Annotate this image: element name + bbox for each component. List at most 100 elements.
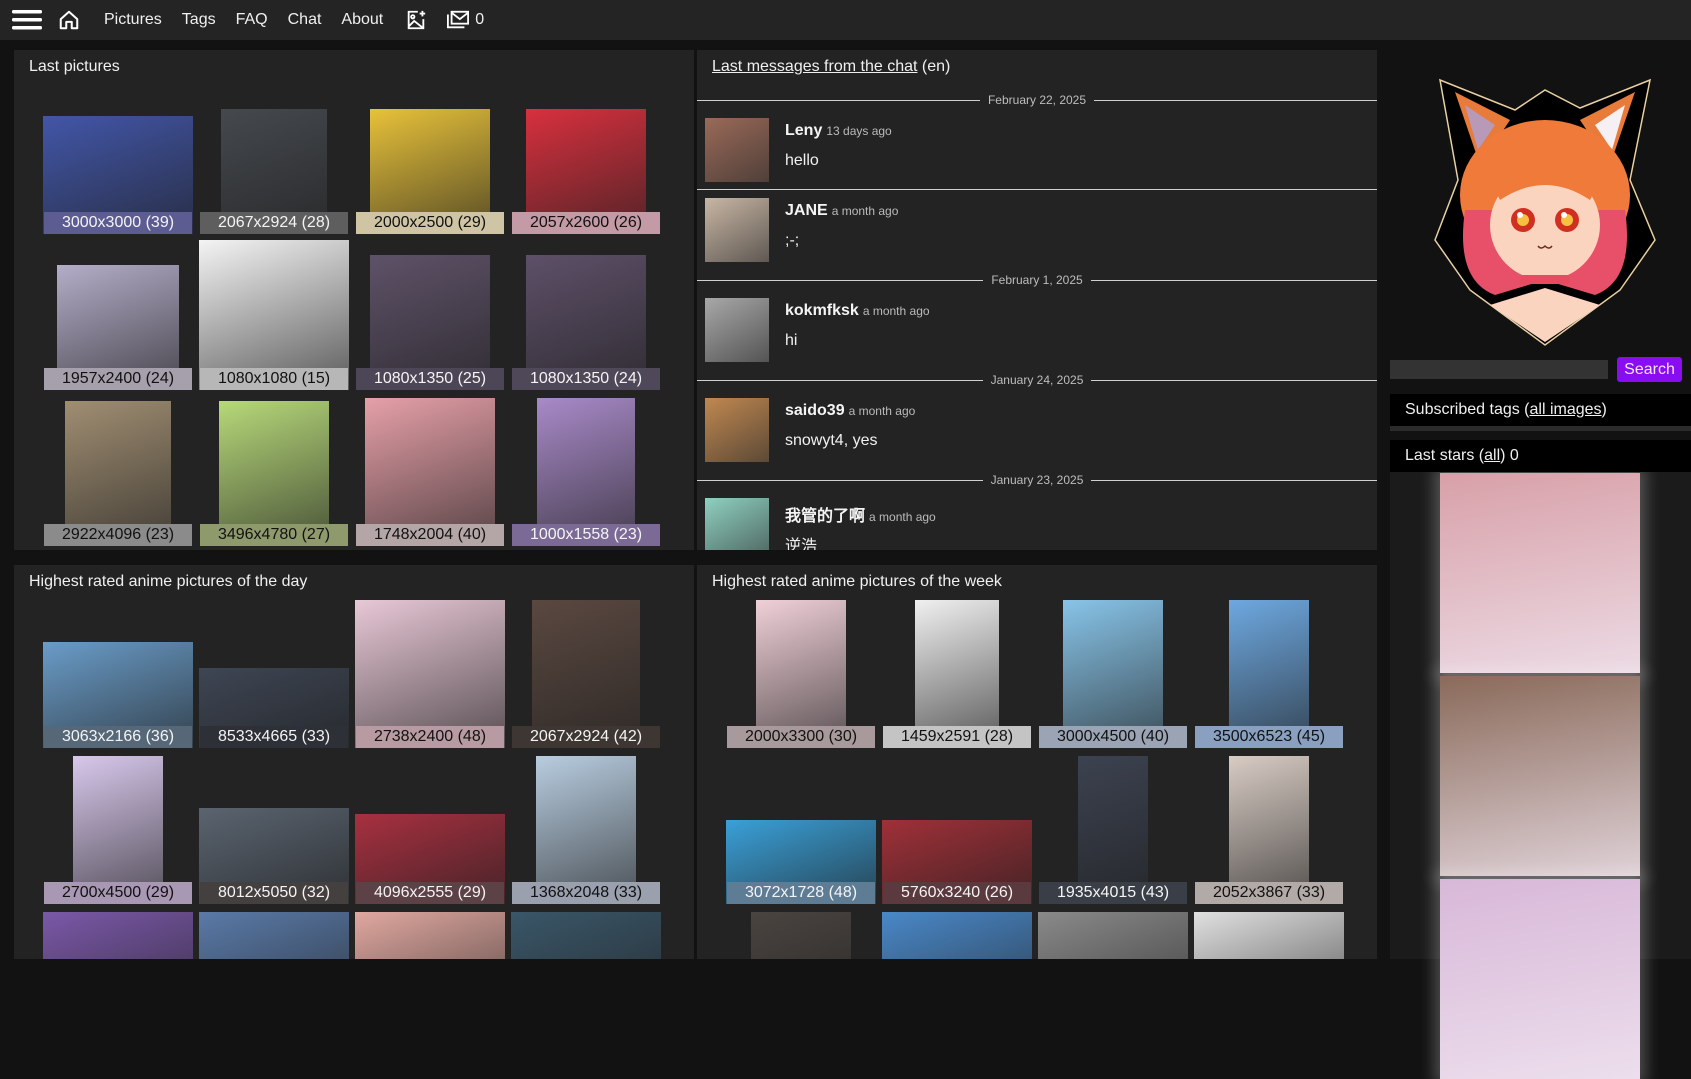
last-stars-list bbox=[1390, 470, 1691, 1079]
nav-link-faq[interactable]: FAQ bbox=[236, 11, 268, 29]
chat-username[interactable]: 我管的了啊 a month ago bbox=[785, 502, 936, 526]
last-pictures-grid: 3000x3000 (39) 2067x2924 (28) 2000x2500 (2… bbox=[43, 86, 660, 546]
week-top-thumbnail[interactable]: 1935x4015 (43) bbox=[1039, 756, 1187, 904]
starred-image[interactable] bbox=[1440, 879, 1640, 1079]
day-top-thumbnail[interactable] bbox=[43, 912, 193, 959]
chat-message: kokmfksk a month ago hi bbox=[697, 290, 1377, 370]
thumbnail-image bbox=[1194, 912, 1344, 959]
last-picture-thumbnail[interactable]: 1080x1080 (15) bbox=[199, 240, 349, 390]
thumbnail-image bbox=[1038, 912, 1188, 959]
chat-message-list[interactable]: February 22, 2025 Leny 13 days ago hello JAN… bbox=[697, 90, 1377, 550]
nav-link-about[interactable]: About bbox=[341, 11, 383, 29]
week-top-thumbnail[interactable]: 3500x6523 (45) bbox=[1195, 600, 1343, 748]
last-picture-thumbnail[interactable]: 1957x2400 (24) bbox=[44, 242, 192, 390]
day-top-panel: Highest rated anime pictures of the day … bbox=[14, 565, 694, 959]
day-top-thumbnail[interactable]: 3063x2166 (36) bbox=[43, 600, 193, 748]
last-picture-thumbnail[interactable]: 1000x1558 (23) bbox=[512, 398, 660, 546]
chat-username[interactable]: JANE a month ago bbox=[785, 202, 898, 220]
day-top-thumbnail[interactable] bbox=[511, 912, 661, 959]
week-top-thumbnail[interactable]: 3072x1728 (48) bbox=[726, 756, 876, 904]
last-picture-thumbnail[interactable]: 2000x2500 (29) bbox=[356, 86, 504, 234]
last-stars-label: Last stars ( bbox=[1405, 447, 1485, 464]
subscribed-tags-label: Subscribed tags ( bbox=[1405, 401, 1530, 418]
image-size-rating-caption: 2000x3300 (30) bbox=[727, 726, 875, 748]
divider bbox=[1091, 379, 1377, 381]
all-images-link[interactable]: all images bbox=[1530, 401, 1602, 418]
chat-link[interactable]: Last messages from the chat bbox=[712, 58, 917, 75]
mail-inbox-icon[interactable] bbox=[441, 5, 475, 35]
week-top-thumbnail[interactable] bbox=[882, 912, 1032, 959]
avatar[interactable] bbox=[705, 298, 769, 362]
day-top-thumbnail[interactable]: 2067x2924 (42) bbox=[512, 600, 660, 748]
day-top-thumbnail[interactable]: 8533x4665 (33) bbox=[199, 600, 349, 748]
last-picture-thumbnail[interactable]: 2922x4096 (23) bbox=[44, 398, 192, 546]
week-top-thumbnail[interactable]: 2052x3867 (33) bbox=[1195, 756, 1343, 904]
image-size-rating-caption: 1459x2591 (28) bbox=[883, 726, 1031, 748]
image-size-rating-caption: 2057x2600 (26) bbox=[512, 212, 660, 234]
thumbnail-image bbox=[199, 912, 349, 959]
chat-date: February 22, 2025 bbox=[987, 93, 1087, 107]
last-picture-thumbnail[interactable]: 1080x1350 (25) bbox=[356, 242, 504, 390]
last-picture-thumbnail[interactable]: 3000x3000 (39) bbox=[43, 86, 193, 234]
chat-message-text: snowyt4, yes bbox=[785, 432, 878, 449]
search-input[interactable] bbox=[1390, 360, 1608, 379]
day-top-thumbnail[interactable]: 1368x2048 (33) bbox=[512, 756, 660, 904]
last-picture-thumbnail[interactable]: 2057x2600 (26) bbox=[512, 86, 660, 234]
username-text[interactable]: kokmfksk bbox=[785, 302, 859, 319]
chat-username[interactable]: kokmfksk a month ago bbox=[785, 302, 930, 320]
search-button[interactable]: Search bbox=[1617, 357, 1682, 382]
chat-timestamp: a month ago bbox=[869, 510, 936, 524]
chat-message-text: hi bbox=[785, 332, 798, 349]
chat-date-separator: February 22, 2025 bbox=[697, 90, 1377, 110]
week-top-thumbnail[interactable] bbox=[1038, 912, 1188, 959]
image-size-rating-caption: 3063x2166 (36) bbox=[44, 726, 192, 748]
last-picture-thumbnail[interactable]: 1080x1350 (24) bbox=[512, 242, 660, 390]
week-top-grid: 2000x3300 (30) 1459x2591 (28) 3000x4500 (4… bbox=[726, 600, 1344, 959]
nav-link-chat[interactable]: Chat bbox=[288, 11, 322, 29]
username-text[interactable]: 我管的了啊 bbox=[785, 508, 865, 525]
day-top-thumbnail[interactable] bbox=[355, 912, 505, 959]
image-size-rating-caption: 3072x1728 (48) bbox=[727, 882, 875, 904]
week-top-thumbnail[interactable]: 5760x3240 (26) bbox=[882, 756, 1032, 904]
image-size-rating-caption: 2067x2924 (42) bbox=[512, 726, 660, 748]
username-text[interactable]: Leny bbox=[785, 122, 822, 139]
last-picture-thumbnail[interactable]: 2067x2924 (28) bbox=[200, 86, 348, 234]
starred-image[interactable] bbox=[1440, 473, 1640, 673]
avatar[interactable] bbox=[705, 398, 769, 462]
messages-count: 0 bbox=[475, 11, 485, 28]
add-image-icon[interactable] bbox=[399, 5, 433, 35]
image-size-rating-caption: 3000x3000 (39) bbox=[44, 212, 192, 234]
last-stars-count: ) 0 bbox=[1500, 447, 1519, 464]
chat-date-separator: January 23, 2025 bbox=[697, 470, 1377, 490]
week-top-thumbnail[interactable] bbox=[727, 912, 875, 959]
day-top-thumbnail[interactable]: 2700x4500 (29) bbox=[44, 756, 192, 904]
all-stars-link[interactable]: all bbox=[1484, 447, 1500, 464]
avatar[interactable] bbox=[705, 198, 769, 262]
last-stars-header: Last stars (all) 0 bbox=[1390, 440, 1691, 472]
week-top-thumbnail[interactable] bbox=[1194, 912, 1344, 959]
day-top-thumbnail[interactable]: 8012x5050 (32) bbox=[199, 756, 349, 904]
day-top-thumbnail[interactable]: 2738x2400 (48) bbox=[355, 600, 505, 748]
image-size-rating-caption: 2738x2400 (48) bbox=[356, 726, 504, 748]
mascot-logo[interactable] bbox=[1420, 60, 1670, 350]
avatar[interactable] bbox=[705, 118, 769, 182]
hamburger-menu-icon[interactable] bbox=[10, 5, 44, 35]
image-size-rating-caption: 4096x2555 (29) bbox=[356, 882, 504, 904]
last-picture-thumbnail[interactable]: 3496x4780 (27) bbox=[200, 398, 348, 546]
starred-image[interactable] bbox=[1440, 676, 1640, 876]
week-top-thumbnail[interactable]: 2000x3300 (30) bbox=[727, 600, 875, 748]
week-top-thumbnail[interactable]: 3000x4500 (40) bbox=[1039, 600, 1187, 748]
subscribed-tags-suffix: ) bbox=[1601, 401, 1607, 418]
week-top-thumbnail[interactable]: 1459x2591 (28) bbox=[883, 600, 1031, 748]
nav-link-pictures[interactable]: Pictures bbox=[104, 11, 162, 29]
last-picture-thumbnail[interactable]: 1748x2004 (40) bbox=[356, 398, 504, 546]
chat-username[interactable]: saido39 a month ago bbox=[785, 402, 915, 420]
day-top-thumbnail[interactable] bbox=[199, 912, 349, 959]
home-icon[interactable] bbox=[52, 5, 86, 35]
nav-link-tags[interactable]: Tags bbox=[182, 11, 216, 29]
chat-username[interactable]: Leny 13 days ago bbox=[785, 122, 892, 140]
username-text[interactable]: JANE bbox=[785, 202, 828, 219]
day-top-thumbnail[interactable]: 4096x2555 (29) bbox=[355, 756, 505, 904]
avatar[interactable] bbox=[705, 498, 769, 550]
username-text[interactable]: saido39 bbox=[785, 402, 845, 419]
